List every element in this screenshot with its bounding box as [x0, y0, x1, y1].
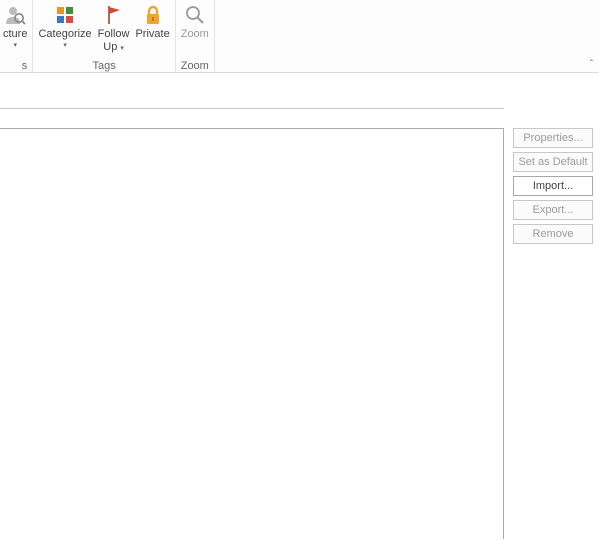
person-search-icon [4, 2, 26, 28]
zoom-label: Zoom [181, 28, 209, 41]
side-button-panel: Properties... Set as Default Import... E… [513, 128, 593, 244]
set-default-button[interactable]: Set as Default [513, 152, 593, 172]
flag-icon [104, 2, 124, 28]
group-label-tags: Tags [92, 60, 115, 73]
export-button[interactable]: Export... [513, 200, 593, 220]
properties-button[interactable]: Properties... [513, 128, 593, 148]
ribbon-group-zoom: Zoom Zoom [176, 0, 215, 73]
chevron-down-icon: ▾ [63, 42, 67, 49]
remove-button[interactable]: Remove [513, 224, 593, 244]
import-button[interactable]: Import... [513, 176, 593, 196]
chevron-down-icon: ▾ [120, 45, 124, 52]
zoom-button[interactable]: Zoom [178, 0, 212, 60]
magnifier-icon [184, 2, 206, 28]
chevron-down-icon: ▾ [13, 42, 17, 49]
picture-button[interactable]: cture ▾ [0, 0, 30, 60]
categorize-label: Categorize [38, 28, 91, 41]
lock-icon [143, 2, 163, 28]
private-label: Private [135, 28, 169, 41]
content-area[interactable] [0, 128, 504, 539]
categorize-icon [55, 2, 75, 28]
picture-label: cture [3, 28, 27, 41]
group-label-zoom: Zoom [181, 60, 209, 73]
ribbon: cture ▾ s Categorize ▾ [0, 0, 599, 73]
private-button[interactable]: Private [132, 0, 172, 60]
text-field-underline[interactable] [0, 108, 504, 109]
ribbon-group-partial: cture ▾ s [0, 0, 33, 73]
categorize-button[interactable]: Categorize ▾ [35, 0, 94, 60]
collapse-ribbon-chevron[interactable]: ˆ [590, 59, 593, 70]
follow-up-label: FollowUp ▾ [98, 28, 130, 54]
ribbon-group-tags: Categorize ▾ FollowUp ▾ [33, 0, 175, 73]
follow-up-button[interactable]: FollowUp ▾ [95, 0, 133, 60]
group-label-partial: s [3, 60, 27, 73]
